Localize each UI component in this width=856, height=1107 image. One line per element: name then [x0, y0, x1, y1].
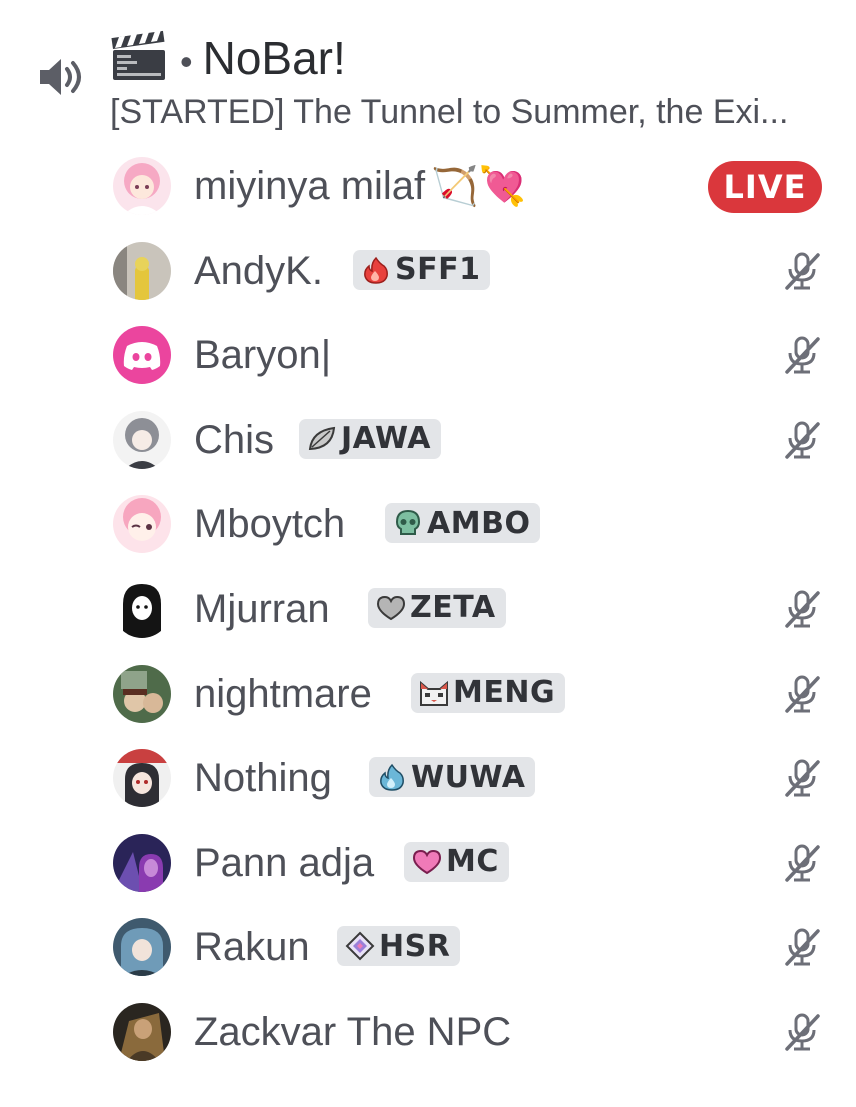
bow-and-heart-emoji-icon: 🏹💘	[431, 166, 526, 208]
cat-icon	[420, 680, 448, 706]
username: Chis	[194, 417, 275, 462]
voice-user-row[interactable]: miyinya milaf 🏹💘 LIVE	[0, 144, 856, 229]
clan-tag-text: JAWA	[341, 421, 431, 457]
clan-tag-text: ZETA	[410, 590, 496, 626]
avatar	[113, 833, 171, 892]
voice-user-row[interactable]: Pann adja MC	[0, 821, 856, 906]
muted-microphone-icon	[785, 675, 820, 713]
muted-microphone-icon	[785, 1013, 820, 1051]
muted-microphone-icon	[785, 336, 820, 374]
avatar	[113, 579, 171, 638]
muted-microphone-icon	[785, 928, 820, 967]
voice-user-row[interactable]: AndyK. SFF1	[0, 229, 856, 314]
muted-microphone-icon	[785, 759, 820, 797]
avatar	[113, 664, 171, 723]
clan-tag-text: MC	[446, 844, 499, 880]
avatar	[113, 157, 171, 215]
username: Mjurran	[194, 586, 330, 631]
clan-tag-text: WUWA	[411, 759, 526, 795]
diamond-icon	[345, 931, 375, 961]
voice-user-row[interactable]: Mboytch AMBO	[0, 482, 856, 567]
clan-tag[interactable]: AMBO	[385, 503, 541, 544]
live-badge[interactable]: LIVE	[708, 161, 822, 213]
clan-tag[interactable]: WUWA	[369, 757, 536, 798]
username: Zackvar The NPC	[194, 1009, 512, 1054]
avatar	[113, 410, 171, 469]
voice-user-row[interactable]: nightmare MENG	[0, 652, 856, 737]
avatar	[113, 1002, 171, 1061]
username: nightmare	[194, 671, 372, 716]
clan-tag-text: MENG	[453, 675, 556, 711]
channel-name: • NoBar!	[180, 28, 346, 92]
clan-tag-text: AMBO	[427, 505, 531, 541]
leaf-icon	[308, 426, 336, 450]
avatar	[113, 241, 171, 300]
username: Mboytch	[194, 502, 346, 547]
heart-icon	[412, 849, 442, 874]
voice-channel-header[interactable]: • NoBar! [STARTED] The Tunnel to Summer, …	[0, 0, 856, 140]
clan-tag[interactable]: SFF1	[353, 249, 491, 290]
clan-tag-text: SFF1	[395, 252, 481, 288]
flame-icon	[380, 763, 404, 791]
heart-icon	[376, 595, 406, 621]
username: Baryon|	[194, 333, 332, 378]
voice-user-row[interactable]: Chis JAWA	[0, 398, 856, 483]
voice-user-row[interactable]: Nothing WUWA	[0, 736, 856, 821]
voice-user-row[interactable]: Zackvar The NPC	[0, 990, 856, 1075]
muted-microphone-icon	[785, 252, 820, 290]
clan-tag[interactable]: MC	[404, 841, 509, 882]
username-text: miyinya milaf	[194, 164, 426, 208]
username: Nothing	[194, 756, 332, 801]
clan-tag[interactable]: MENG	[411, 672, 566, 713]
flame-icon	[364, 256, 388, 284]
muted-microphone-icon	[785, 844, 820, 882]
voice-user-list: miyinya milaf 🏹💘 LIVE AndyK. SFF1 Baryon…	[0, 144, 856, 1075]
speaker-icon	[40, 59, 81, 95]
clan-tag[interactable]: ZETA	[368, 587, 506, 628]
voice-user-row[interactable]: Baryon|	[0, 313, 856, 398]
muted-microphone-icon	[785, 421, 820, 459]
voice-user-row[interactable]: Mjurran ZETA	[0, 567, 856, 652]
clan-tag-text: HSR	[379, 928, 451, 964]
clan-tag[interactable]: JAWA	[299, 418, 441, 459]
clan-tag[interactable]: HSR	[337, 926, 461, 967]
separator-dot: •	[180, 41, 193, 82]
avatar	[113, 326, 171, 385]
muted-microphone-icon	[785, 590, 820, 628]
clapper-board-icon	[111, 30, 165, 80]
voice-user-row[interactable]: Rakun HSR	[0, 905, 856, 990]
avatar	[113, 495, 171, 554]
skull-icon	[395, 510, 421, 536]
channel-name-text: NoBar!	[202, 32, 346, 84]
username: Pann adja	[194, 840, 375, 885]
username: Rakun	[194, 925, 310, 970]
avatar	[113, 749, 171, 808]
username: miyinya milaf 🏹💘	[194, 160, 526, 213]
avatar	[113, 918, 171, 977]
username: AndyK.	[194, 248, 323, 293]
channel-status: [STARTED] The Tunnel to Summer, the Exi.…	[110, 93, 789, 131]
